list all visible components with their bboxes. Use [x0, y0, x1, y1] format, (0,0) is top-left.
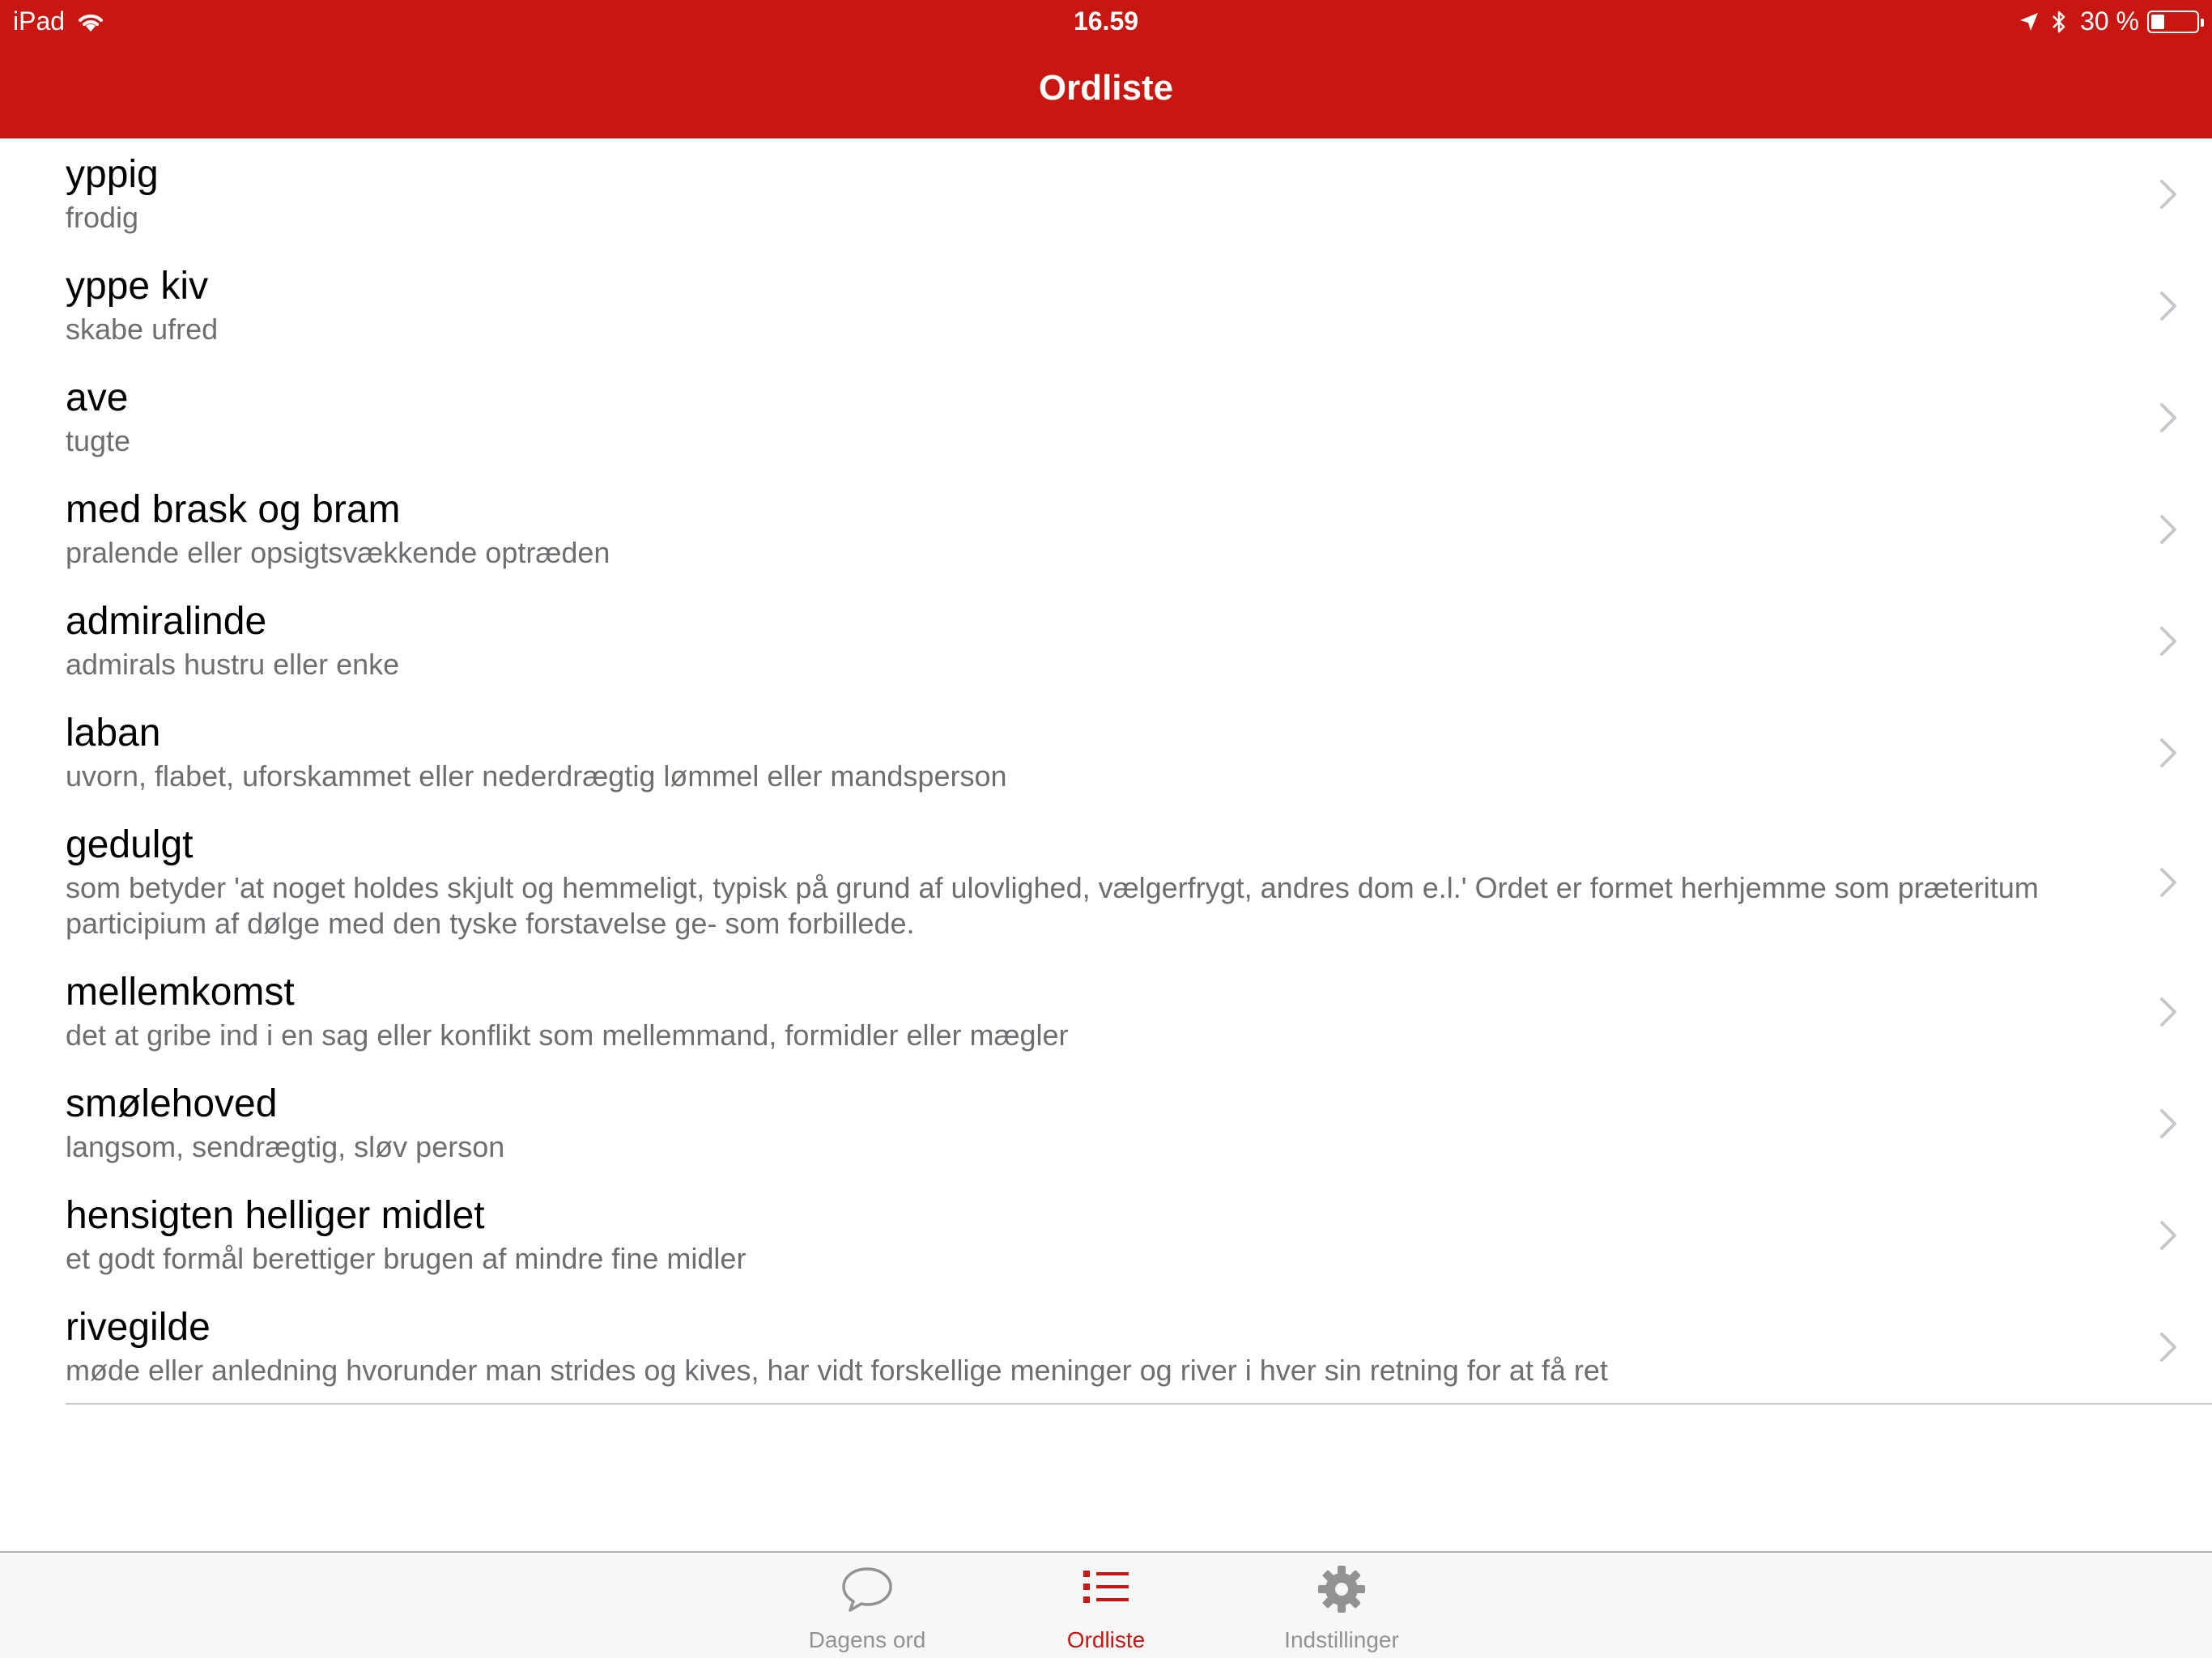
word-meaning: som betyder 'at noget holdes skjult og h…: [66, 871, 2039, 940]
word-title: ave: [66, 376, 129, 419]
chevron-right-icon: [2160, 868, 2176, 897]
word-meaning: skabe ufred: [66, 312, 219, 346]
tab-bar: Dagens ord Ordliste Indstillinger: [0, 1551, 2212, 1658]
chevron-right-icon: [2160, 997, 2176, 1027]
word-title: admiralinde: [66, 600, 267, 643]
status-right: 30 %: [2018, 6, 2204, 36]
chevron-right-icon: [2160, 627, 2176, 656]
chevron-right-icon: [2160, 180, 2176, 209]
word-list[interactable]: yppig frodig yppe kiv skabe ufred ave tugte me…: [0, 138, 2212, 1551]
header: iPad 16.59 30 % Ordliste: [0, 0, 2212, 138]
list-item[interactable]: hensigten helliger midlet et godt formål …: [0, 1180, 2212, 1293]
gear-icon: [1318, 1566, 1365, 1613]
tab-indstillinger[interactable]: Indstillinger: [1244, 1553, 1439, 1658]
chevron-right-icon: [2160, 1221, 2176, 1250]
list-item[interactable]: rivegilde møde eller anledning hvorunder …: [0, 1291, 2212, 1405]
tab-dagens-ord[interactable]: Dagens ord: [770, 1553, 964, 1658]
word-title: yppe kiv: [66, 265, 209, 308]
chevron-right-icon: [2160, 1333, 2176, 1362]
tab-label: Ordliste: [1066, 1627, 1146, 1652]
word-meaning: admirals hustru eller enke: [66, 648, 400, 681]
list-item[interactable]: smølehoved langsom, sendrægtig, sløv pers…: [0, 1068, 2212, 1181]
page-title: Ordliste: [1038, 68, 1174, 108]
word-title: laban: [66, 712, 161, 755]
word-title: yppig: [66, 153, 159, 196]
word-meaning: pralende eller opsigtsvækkende optræden: [66, 536, 610, 569]
status-bar: iPad 16.59 30 %: [0, 0, 2212, 45]
chevron-right-icon: [2160, 738, 2176, 767]
list-item[interactable]: mellemkomst det at gribe ind i en sag ell…: [0, 956, 2212, 1069]
list-icon: [1083, 1571, 1129, 1603]
status-time: 16.59: [1073, 6, 1139, 36]
chevron-right-icon: [2160, 291, 2176, 321]
word-title: gedulgt: [66, 823, 194, 866]
row-separator: [66, 1403, 2212, 1405]
word-title: mellemkomst: [66, 971, 295, 1014]
battery-nub: [2201, 18, 2204, 27]
tab-ordliste[interactable]: Ordliste: [1009, 1553, 1203, 1658]
list-item[interactable]: admiralinde admirals hustru eller enke: [0, 585, 2212, 699]
list-item[interactable]: laban uvorn, flabet, uforskammet eller ne…: [0, 697, 2212, 810]
battery-percent: 30 %: [2080, 6, 2139, 36]
list-item[interactable]: yppe kiv skabe ufred: [0, 250, 2212, 363]
app-screen: iPad 16.59 30 % Ordliste yppig frodig yp…: [0, 0, 2212, 1658]
word-meaning: uvorn, flabet, uforskammet eller nederdr…: [66, 759, 1007, 793]
list-item[interactable]: ave tugte: [0, 362, 2212, 475]
word-meaning: det at gribe ind i en sag eller konflikt…: [66, 1018, 1069, 1052]
chevron-right-icon: [2160, 515, 2176, 544]
battery-fill: [2151, 14, 2164, 29]
word-title: rivegilde: [66, 1306, 211, 1349]
bluetooth-icon: [2052, 11, 2065, 32]
speech-bubble-icon: [842, 1567, 892, 1612]
list-item[interactable]: gedulgt som betyder 'at noget holdes skju…: [0, 809, 2212, 958]
word-title: hensigten helliger midlet: [66, 1194, 485, 1237]
battery-icon: [2147, 10, 2204, 33]
word-meaning: et godt formål berettiger brugen af mind…: [66, 1242, 747, 1275]
word-title: smølehoved: [66, 1082, 278, 1125]
word-title: med brask og bram: [66, 488, 401, 531]
list-item[interactable]: med brask og bram pralende eller opsigtsv…: [0, 474, 2212, 587]
tab-label: Indstillinger: [1284, 1627, 1399, 1652]
word-meaning: tugte: [66, 424, 131, 457]
tab-label: Dagens ord: [808, 1627, 926, 1652]
word-meaning: langsom, sendrægtig, sløv person: [66, 1130, 505, 1163]
chevron-right-icon: [2160, 1109, 2176, 1138]
word-meaning: møde eller anledning hvorunder man strid…: [66, 1354, 1608, 1387]
word-meaning: frodig: [66, 201, 139, 234]
location-arrow-icon: [2020, 12, 2039, 31]
chevron-right-icon: [2160, 403, 2176, 432]
list-item[interactable]: yppig frodig: [0, 138, 2212, 252]
